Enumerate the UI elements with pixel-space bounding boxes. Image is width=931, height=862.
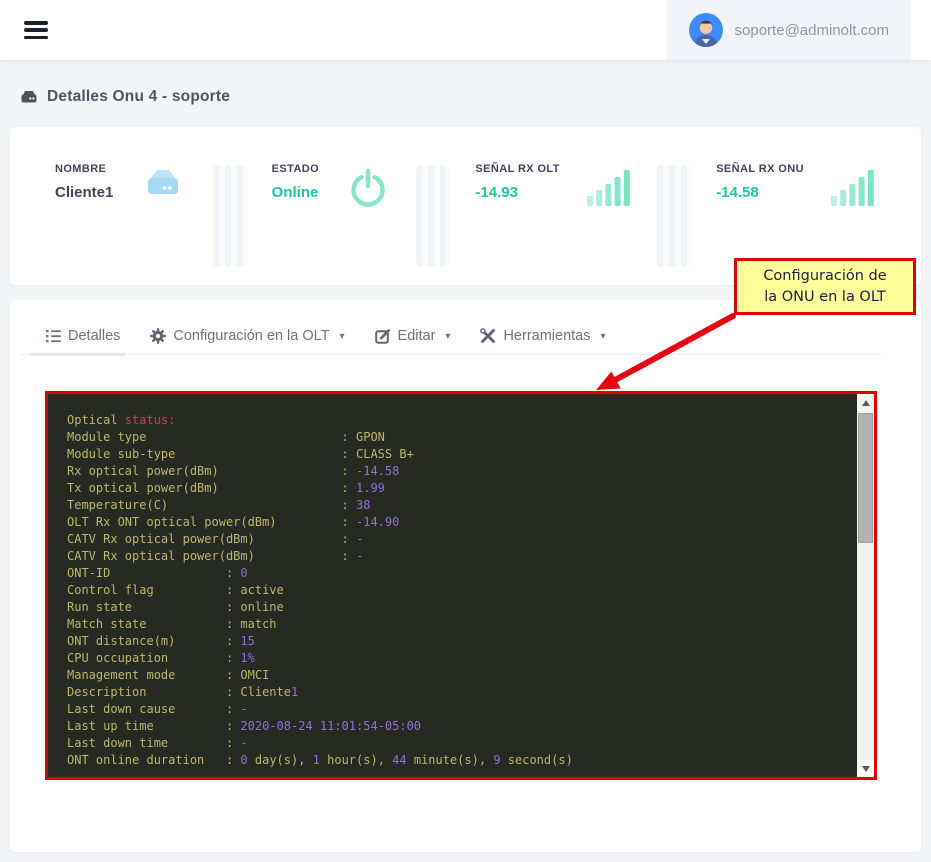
onu-device-icon [20,89,38,105]
annotation-callout: Configuración de la ONU en la OLT [734,258,916,315]
annotation-arrow [580,303,755,398]
stat-label: ESTADO [272,163,319,175]
terminal-line: ONT distance(m) : 15 [67,633,850,650]
signal-bars-icon [586,165,632,207]
terminal-line: Module sub-type : CLASS B+ [67,446,850,463]
annotation-text-line2: la ONU en la OLT [764,287,886,308]
stats-divider [657,165,691,267]
stat-label: SEÑAL RX ONU [716,163,804,175]
tab-label: Detalles [68,328,120,344]
signal-bars-icon [830,165,876,207]
terminal-lines: Optical status:Module type : GPONModule … [67,412,850,769]
terminal-line: Module type : GPON [67,429,850,446]
stat-nombre: NOMBRE Cliente1 [55,163,187,285]
tab-label: Herramientas [503,328,590,344]
router-icon [139,165,187,205]
stat-value: -14.93 [475,184,559,201]
stat-label: NOMBRE [55,163,113,175]
scrollbar-thumb[interactable] [858,413,873,543]
terminal-line: Last up time : 2020-08-24 11:01:54-05:00 [67,718,850,735]
stat-senal-rx-olt: SEÑAL RX OLT -14.93 [475,163,631,285]
edit-icon [375,328,391,344]
scroll-down-button[interactable] [857,760,874,777]
scroll-up-button[interactable] [857,394,874,411]
tools-icon [480,328,496,344]
annotation-text-line1: Configuración de [763,266,886,287]
terminal-line: Description : Cliente1 [67,684,850,701]
terminal-line: OLT Rx ONT optical power(dBm) : -14.90 [67,514,850,531]
user-email: soporte@adminolt.com [735,22,889,39]
chevron-down-icon: ▾ [340,331,345,342]
menu-toggle-button[interactable] [24,21,48,39]
tab-configuracion-olt[interactable]: Configuración en la OLT ▾ [150,328,344,344]
tab-label: Configuración en la OLT [173,328,329,344]
terminal-line: CATV Rx optical power(dBm) : - [67,531,850,548]
terminal-line: CPU occupation : 1% [67,650,850,667]
terminal-line: Last down cause : - [67,701,850,718]
gear-icon [150,328,166,344]
page-title-row: Detalles Onu 4 - soporte [0,60,931,127]
stat-label: SEÑAL RX OLT [475,163,559,175]
top-navbar: soporte@adminolt.com [0,0,931,60]
terminal-line: Optical status: [67,412,850,429]
terminal-line: Run state : online [67,599,850,616]
terminal-scrollbar [857,394,874,777]
stat-value: Online [272,184,319,201]
page-title: Detalles Onu 4 - soporte [47,88,230,106]
stat-estado: ESTADO Online [272,163,391,285]
user-menu[interactable]: soporte@adminolt.com [667,0,911,60]
terminal-line: Last down time : - [67,735,850,752]
terminal-line: ONT online duration : 0 day(s), 1 hour(s… [67,752,850,769]
terminal-line: ONT-ID : 0 [67,565,850,582]
terminal-output[interactable]: Optical status:Module type : GPONModule … [48,394,874,777]
stats-divider [416,165,450,267]
tab-detalles[interactable]: Detalles [46,328,120,344]
active-tab-underline [30,353,126,356]
terminal-line: Rx optical power(dBm) : -14.58 [67,463,850,480]
details-card: Detalles Configuración en la OLT ▾ [10,300,921,852]
stat-value: Cliente1 [55,184,113,201]
terminal-line: Temperature(C) : 38 [67,497,850,514]
terminal-line: Control flag : active [67,582,850,599]
terminal-line: Tx optical power(dBm) : 1.99 [67,480,850,497]
power-icon [345,165,391,211]
stat-value: -14.58 [716,184,804,201]
chevron-down-icon: ▾ [445,331,450,342]
tab-editar[interactable]: Editar ▾ [375,328,451,344]
stats-divider [213,165,247,267]
terminal-line: Management mode : OMCI [67,667,850,684]
terminal-line: Match state : match [67,616,850,633]
terminal-highlight-frame: Optical status:Module type : GPONModule … [45,391,877,780]
user-avatar [689,13,723,47]
list-icon [46,329,61,343]
terminal-line: CATV Rx optical power(dBm) : - [67,548,850,565]
tab-label: Editar [398,328,436,344]
